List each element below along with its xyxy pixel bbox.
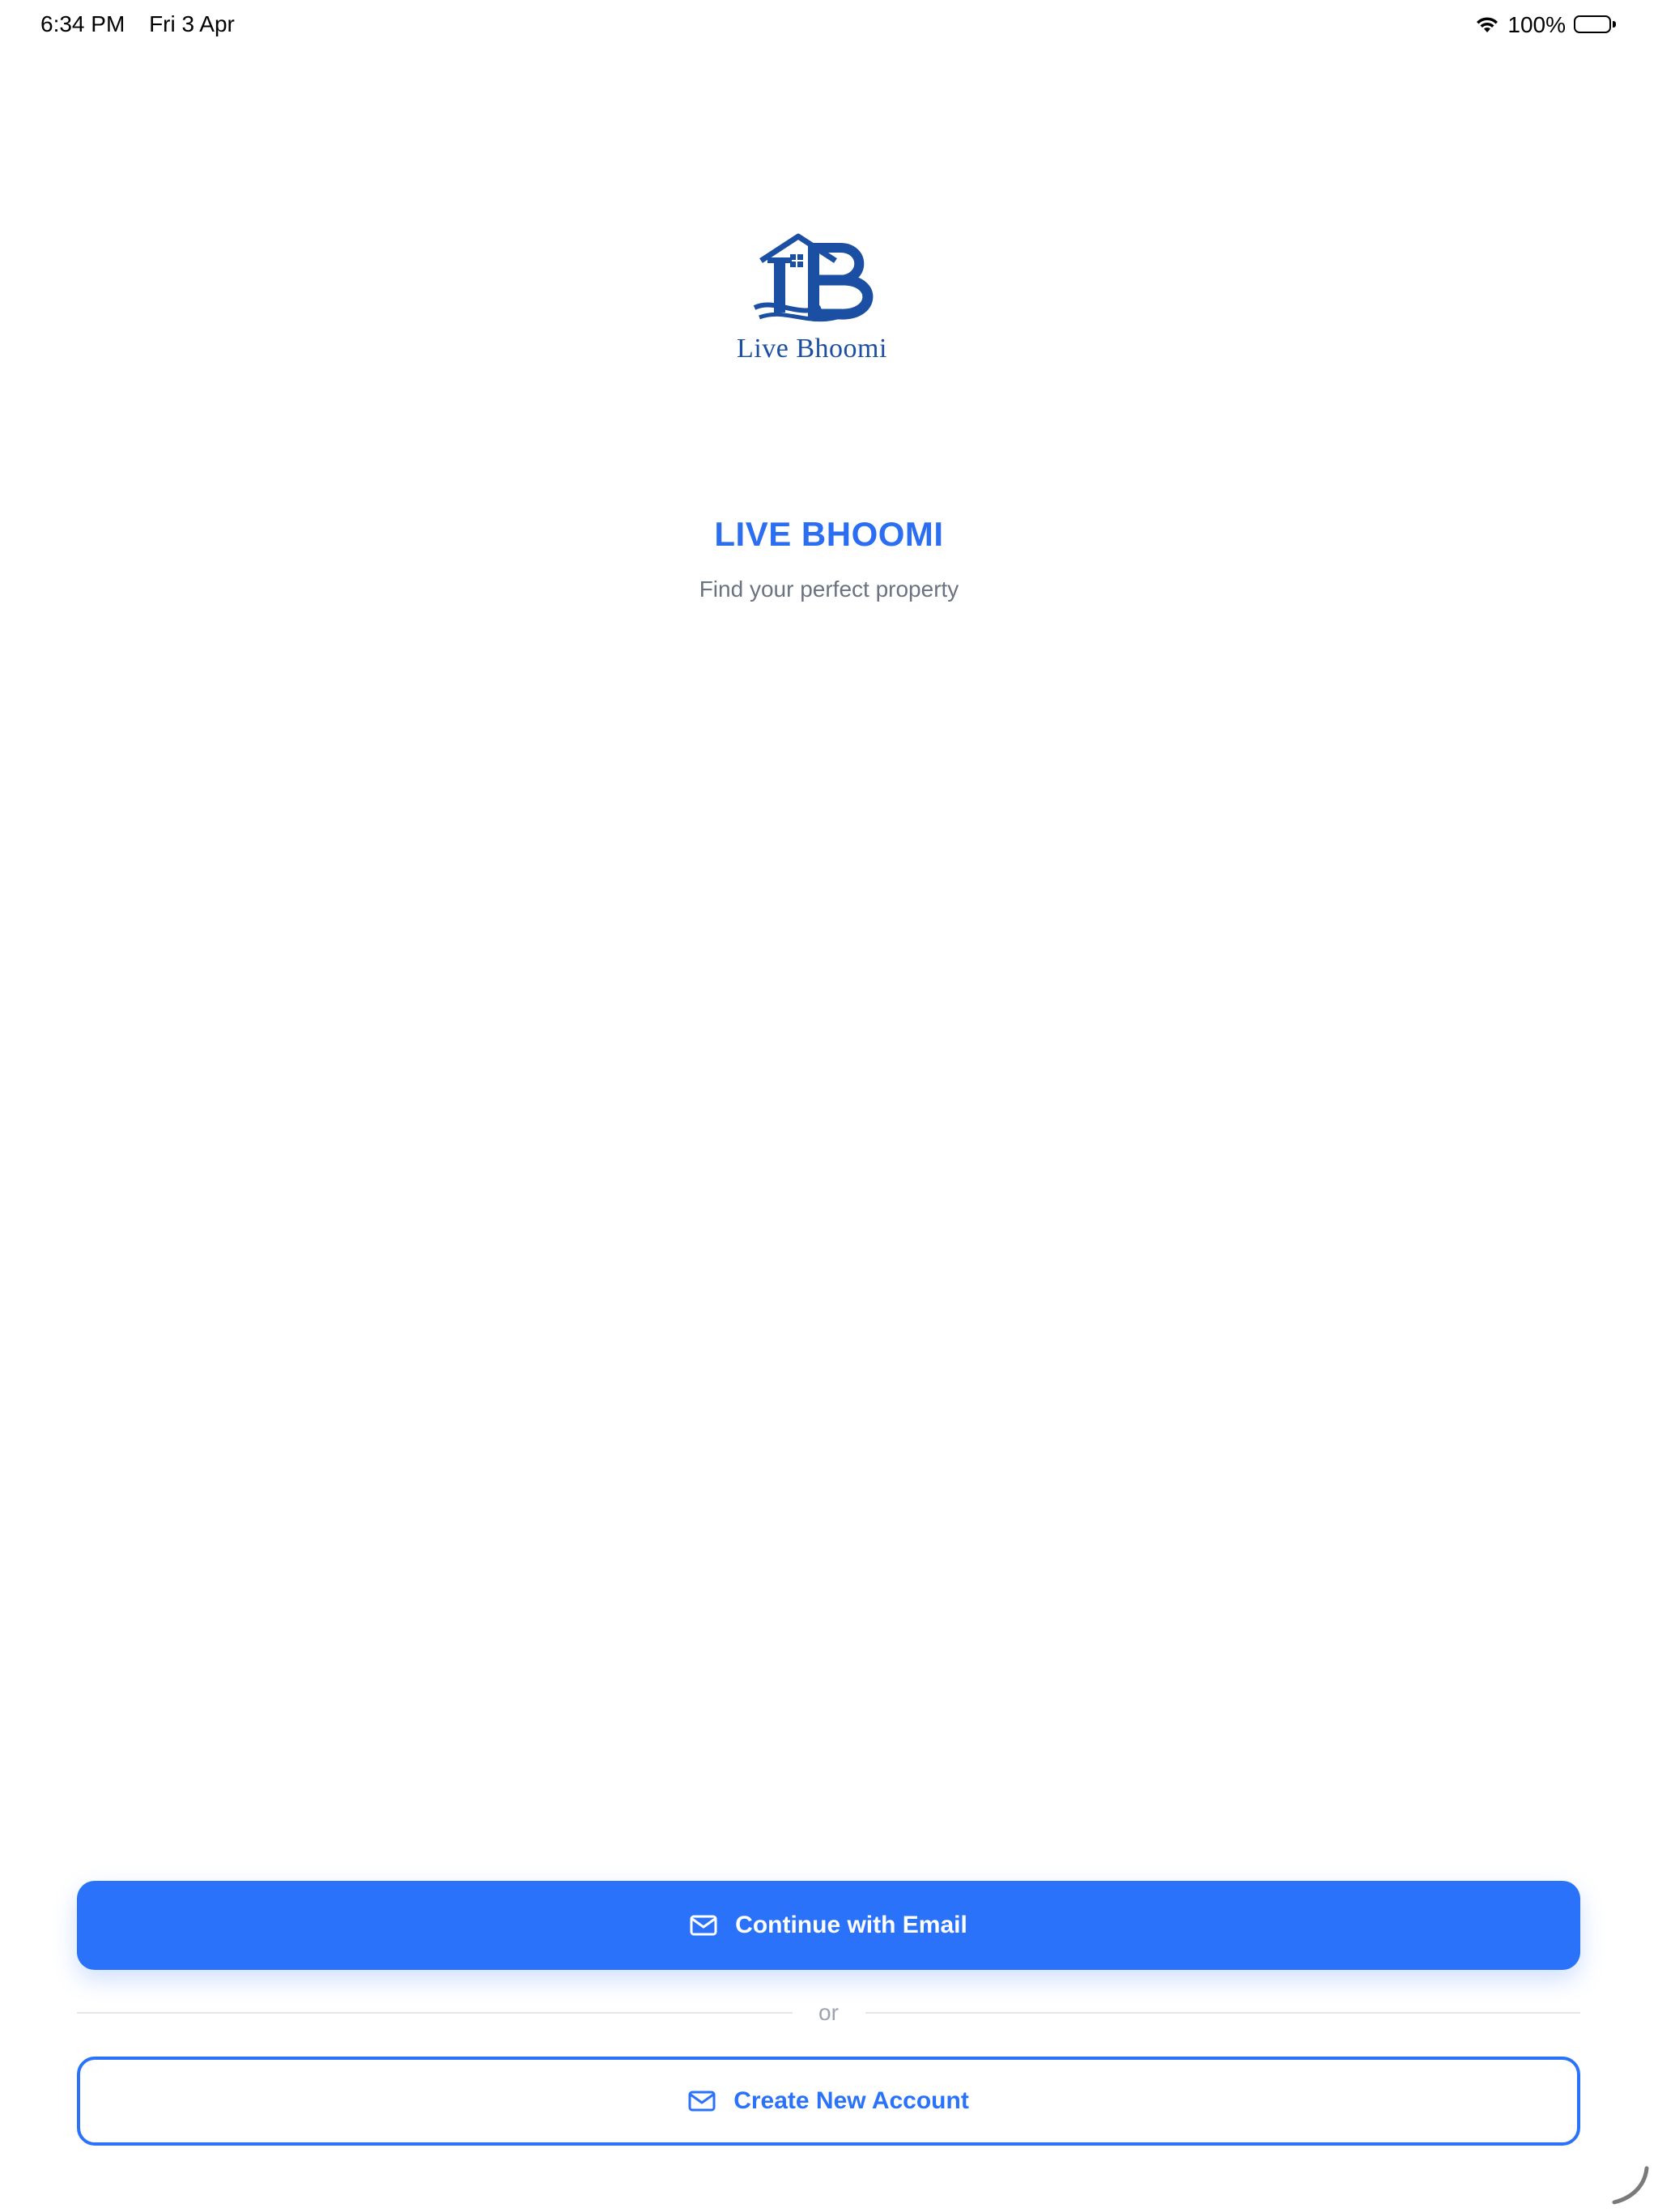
status-time-date: 6:34 PM Fri 3 Apr [40, 11, 235, 37]
logo-text: Live Bhoomi [737, 334, 887, 364]
battery-icon [1574, 15, 1616, 35]
status-date: Fri 3 Apr [149, 11, 235, 36]
divider-line-right [865, 2012, 1580, 2014]
continue-with-email-button[interactable]: Continue with Email [77, 1881, 1580, 1970]
divider-line-left [77, 2012, 793, 2014]
battery-percent: 100% [1507, 12, 1566, 37]
scribble-indicator-icon [1609, 2165, 1650, 2206]
divider-label: or [818, 2000, 839, 2025]
status-indicators: 100% [1475, 10, 1616, 40]
live-bhoomi-logo: Live Bhoomi [719, 233, 905, 371]
wifi-icon [1475, 16, 1499, 34]
create-new-account-button[interactable]: Create New Account [77, 2057, 1580, 2146]
app-subtitle: Find your perfect property [699, 576, 959, 602]
mail-icon [690, 1915, 717, 1936]
continue-with-email-label: Continue with Email [735, 1912, 967, 1938]
app-title: LIVE BHOOMI [714, 515, 944, 553]
logo-mark-icon [753, 233, 874, 322]
status-time: 6:34 PM [40, 11, 125, 36]
or-divider: or [77, 1998, 1580, 2027]
create-new-account-label: Create New Account [733, 2087, 969, 2114]
status-bar: 6:34 PM Fri 3 Apr 100% [0, 0, 1658, 52]
mail-icon [688, 2091, 716, 2112]
